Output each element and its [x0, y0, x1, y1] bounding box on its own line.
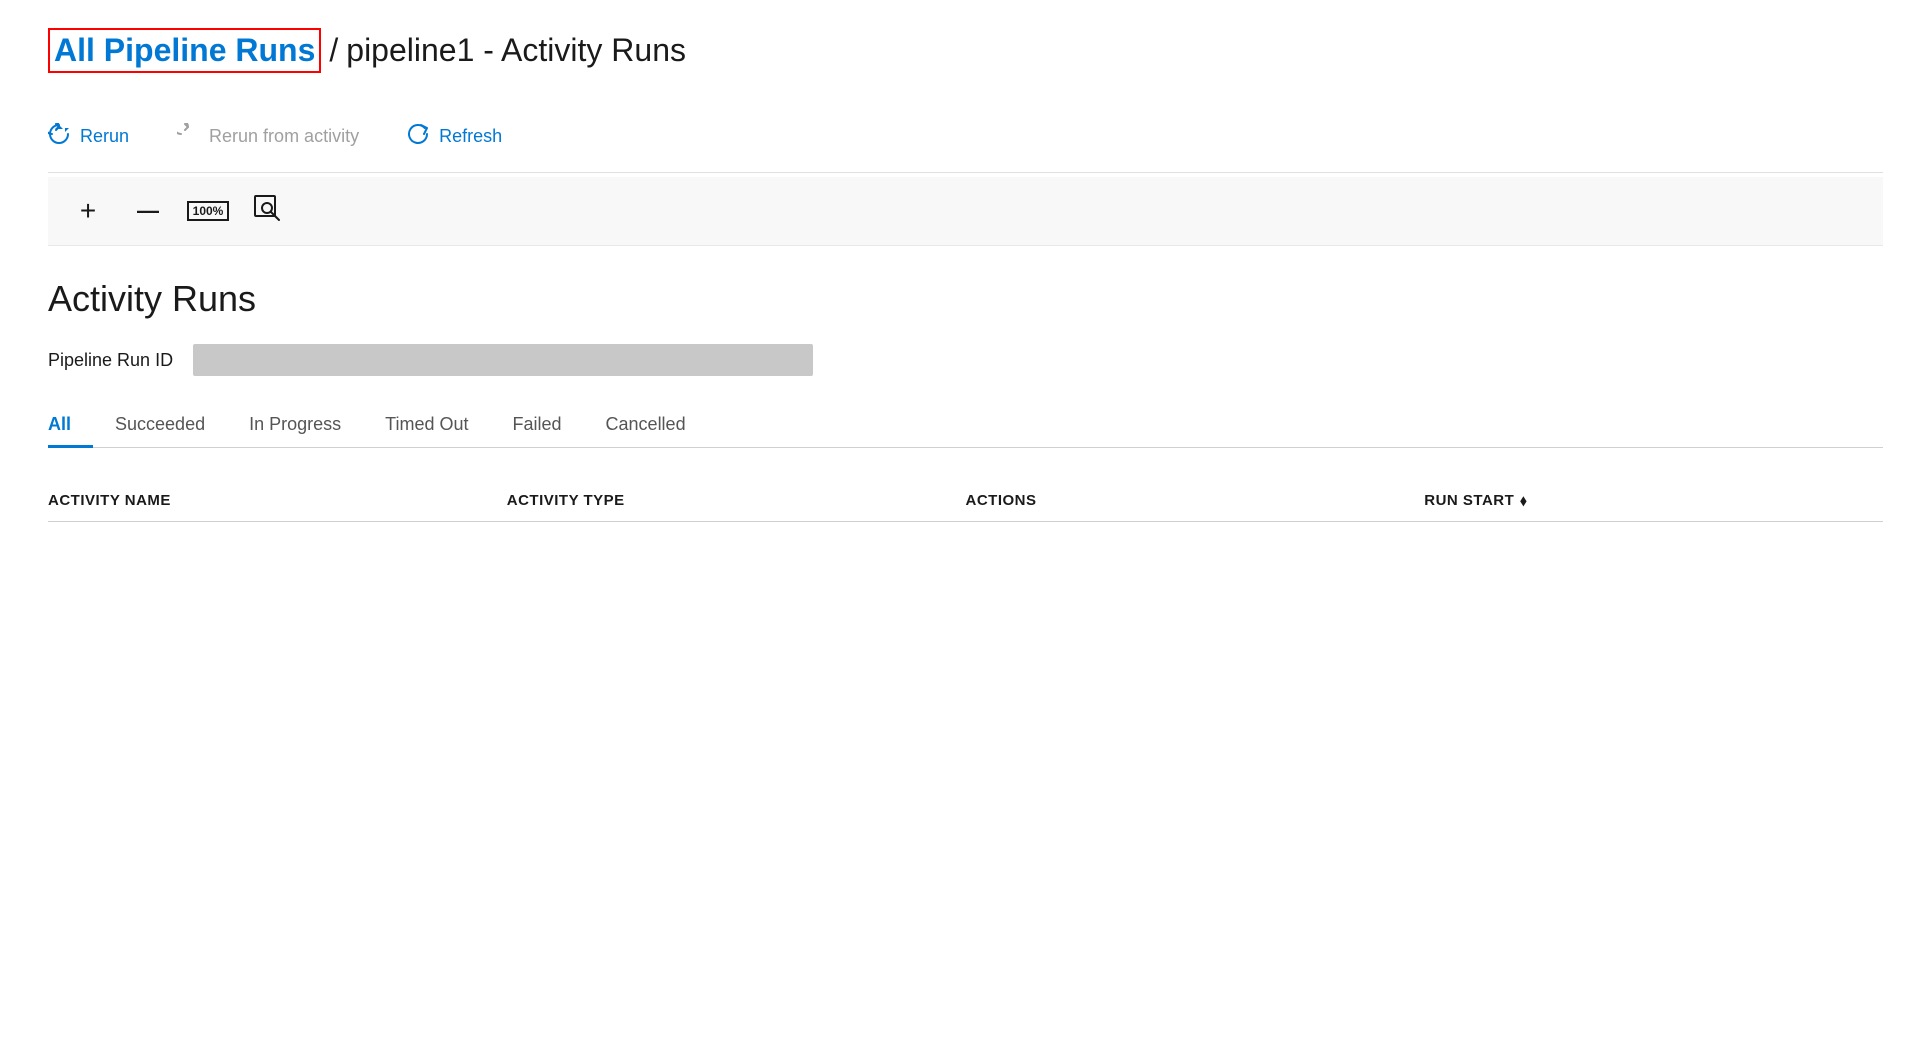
zoom-in-icon: +	[80, 197, 96, 225]
breadcrumb-separator: /	[329, 32, 338, 69]
breadcrumb-current: pipeline1 - Activity Runs	[346, 32, 686, 69]
zoom-100-button[interactable]: 100%	[192, 195, 224, 227]
col-header-actions: ACTIONS	[966, 492, 1425, 509]
tab-in-progress[interactable]: In Progress	[227, 404, 363, 447]
tab-all[interactable]: All	[48, 404, 93, 447]
sort-icon: ⬧	[1520, 492, 1527, 509]
tab-succeeded[interactable]: Succeeded	[93, 404, 227, 447]
filter-tabs: All Succeeded In Progress Timed Out Fail…	[48, 404, 1883, 448]
zoom-search-button[interactable]	[252, 195, 284, 227]
table-header: ACTIVITY NAME ACTIVITY TYPE ACTIONS RUN …	[48, 472, 1883, 522]
breadcrumb: All Pipeline Runs / pipeline1 - Activity…	[48, 28, 1883, 73]
pipeline-run-id-label: Pipeline Run ID	[48, 350, 173, 371]
section-title: Activity Runs	[48, 278, 1883, 320]
pipeline-run-id-row: Pipeline Run ID	[48, 344, 1883, 376]
rerun-from-activity-button[interactable]: Rerun from activity	[153, 115, 383, 158]
refresh-button[interactable]: Refresh	[383, 115, 526, 158]
tab-failed[interactable]: Failed	[491, 404, 584, 447]
tab-cancelled[interactable]: Cancelled	[584, 404, 708, 447]
zoom-out-button[interactable]: —	[132, 195, 164, 227]
pipeline-run-id-value	[193, 344, 813, 376]
toolbar: Rerun Rerun from activity Refresh	[48, 101, 1883, 173]
zoom-out-icon: —	[137, 200, 159, 222]
zoom-search-icon	[253, 194, 283, 229]
rerun-label: Rerun	[80, 126, 129, 147]
refresh-icon	[407, 123, 429, 150]
rerun-button[interactable]: Rerun	[48, 115, 153, 158]
content-area: Activity Runs Pipeline Run ID All Succee…	[48, 246, 1883, 522]
run-start-label: RUN START	[1424, 492, 1514, 509]
refresh-label: Refresh	[439, 126, 502, 147]
col-header-activity-type: ACTIVITY TYPE	[507, 492, 966, 509]
all-pipeline-runs-link[interactable]: All Pipeline Runs	[48, 28, 321, 73]
col-header-run-start[interactable]: RUN START ⬧	[1424, 492, 1883, 509]
rerun-icon	[48, 123, 70, 150]
page-container: All Pipeline Runs / pipeline1 - Activity…	[0, 0, 1931, 550]
zoom-toolbar: + — 100%	[48, 177, 1883, 246]
tab-timed-out[interactable]: Timed Out	[363, 404, 490, 447]
zoom-in-button[interactable]: +	[72, 195, 104, 227]
zoom-100-icon: 100%	[187, 201, 230, 221]
col-header-activity-name: ACTIVITY NAME	[48, 492, 507, 509]
rerun-from-activity-label: Rerun from activity	[209, 126, 359, 147]
rerun-from-activity-icon	[177, 123, 199, 150]
